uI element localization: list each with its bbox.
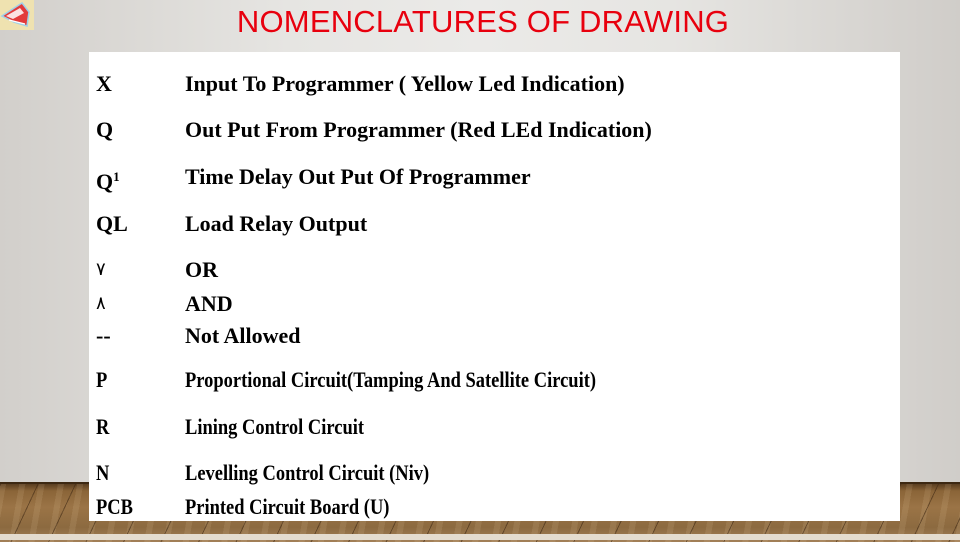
symbol: QL [96,211,128,236]
description: Input To Programmer ( Yellow Led Indicat… [185,71,625,96]
description: Printed Circuit Board (U) [185,494,390,519]
description: Load Relay Output [185,211,368,236]
description: Time Delay Out Put Of Programmer [185,164,531,189]
description: Proportional Circuit(Tamping And Satelli… [185,367,597,392]
nomenclature-panel: X Input To Programmer ( Yellow Led Indic… [89,52,900,521]
floor-edge [0,534,960,540]
description: Levelling Control Circuit (Niv) [185,460,430,485]
symbol-superscript: 1 [113,169,120,184]
symbol: PCB [96,494,133,519]
symbol: R [96,414,110,439]
symbol-base: Q [96,169,114,194]
description: Out Put From Programmer (Red LEd Indicat… [185,117,652,142]
symbol: N [96,460,110,485]
symbol: Q1 [96,164,120,195]
symbol: Q [96,117,114,142]
description: Not Allowed [185,323,301,348]
slide-title: NOMENCLATURES OF DRAWING [236,4,730,39]
description: OR [185,257,218,282]
and-symbol: ٨ [96,293,106,314]
not-allowed-symbol: -- [96,323,111,348]
symbol: X [96,71,112,96]
or-symbol: ٧ [96,259,106,280]
symbol: P [96,367,108,392]
description: Lining Control Circuit [185,414,365,439]
description: AND [185,291,233,316]
